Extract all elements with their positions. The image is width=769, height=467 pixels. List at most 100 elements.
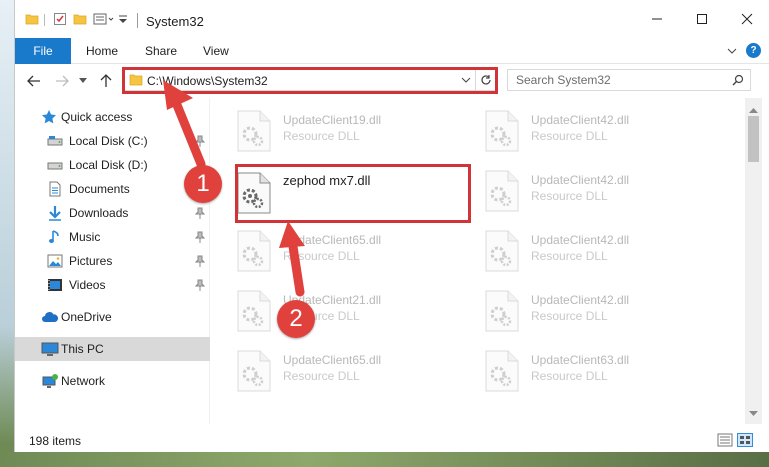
status-bar: 198 items [15,428,769,452]
sidebar-item-onedrive[interactable]: OneDrive [15,305,210,329]
video-icon [47,277,63,293]
forward-button[interactable] [53,72,71,90]
ribbon-tabs: File Home Share View ? [15,38,769,64]
file-type: Resource DLL [531,129,608,143]
music-icon [47,229,63,245]
file-name: UpdateClient65.dll [283,353,382,367]
sidebar-item-this-pc[interactable]: This PC [15,337,210,361]
sidebar-item-label: Downloads [69,206,129,220]
file-name: UpdateClient63.dll [531,353,630,367]
file-item[interactable]: UpdateClient65.dll Resource DLL [211,342,447,396]
scroll-down-icon[interactable] [749,406,758,420]
new-folder-icon[interactable] [73,12,87,28]
up-button[interactable] [97,72,115,90]
sidebar-item-local-disk-c[interactable]: Local Disk (C:) [15,129,210,153]
search-box[interactable] [507,69,751,91]
file-name: UpdateClient42.dll [531,293,630,307]
file-item[interactable]: UpdateClient63.dll Resource DLL [459,342,695,396]
dll-file-icon [485,170,519,212]
view-options-icon[interactable] [93,12,115,28]
scroll-up-icon[interactable] [749,102,758,116]
scrollbar-thumb[interactable] [748,116,759,162]
file-type: Resource DLL [283,129,360,143]
dll-file-icon [485,290,519,332]
dll-file-icon [485,110,519,152]
file-type: Resource DLL [531,249,608,263]
close-button[interactable] [724,0,769,38]
desktop-background [0,0,14,467]
file-highlight-box [235,164,471,223]
file-type: Resource DLL [531,189,608,203]
pin-icon [194,255,206,270]
sidebar-item-videos[interactable]: Videos [15,273,210,297]
file-name: UpdateClient19.dll [283,113,382,127]
file-item[interactable]: UpdateClient21.dll Resource DLL [211,282,447,336]
sidebar-item-local-disk-d[interactable]: Local Disk (D:) [15,153,210,177]
item-count: 198 items [29,434,82,448]
document-icon [47,181,63,197]
step-1-badge: 1 [184,165,222,203]
drive-icon [47,133,63,149]
dll-file-icon [485,350,519,392]
sidebar-item-label: Pictures [69,254,113,268]
back-button[interactable] [25,72,43,90]
window-title: System32 [146,14,204,29]
search-input[interactable] [516,73,721,87]
file-type: Resource DLL [283,369,360,383]
sidebar-item-pictures[interactable]: Pictures [15,249,210,273]
file-name: UpdateClient42.dll [531,173,630,187]
large-icons-view-icon[interactable] [737,433,753,447]
step-2-badge: 2 [277,300,315,338]
sidebar-item-label: Local Disk (D:) [69,158,148,172]
sidebar-item-downloads[interactable]: Downloads [15,201,210,225]
dll-file-icon [237,290,271,332]
file-item[interactable]: UpdateClient42.dll Resource DLL [459,282,695,336]
pin-icon [194,135,206,150]
tab-home[interactable]: Home [86,44,118,58]
expand-ribbon-icon[interactable] [727,45,737,59]
file-item[interactable]: UpdateClient65.dll Resource DLL [211,222,447,276]
navigation-pane: Quick access Local Disk (C:) Local Disk … [15,98,210,424]
dll-file-icon [237,350,271,392]
sidebar-item-label: Music [69,230,101,244]
file-name: UpdateClient42.dll [531,233,630,247]
tab-file[interactable]: File [15,38,71,64]
file-name: UpdateClient65.dll [283,233,382,247]
file-item[interactable]: UpdateClient42.dll Resource DLL [459,162,695,216]
tab-share[interactable]: Share [145,44,177,58]
help-icon[interactable]: ? [746,43,761,58]
dll-file-icon [237,110,271,152]
file-item[interactable]: UpdateClient42.dll Resource DLL [459,102,695,156]
sidebar-item-label: This PC [61,342,104,356]
maximize-button[interactable] [679,0,724,38]
file-item[interactable]: UpdateClient42.dll Resource DLL [459,222,695,276]
toolbar-divider [44,14,45,26]
sidebar-item-label: Videos [69,278,106,292]
sidebar-item-documents[interactable]: Documents [15,177,210,201]
sidebar-item-music[interactable]: Music [15,225,210,249]
file-item[interactable]: UpdateClient19.dll Resource DLL [211,102,447,156]
sidebar-item-label: Network [61,374,106,388]
sidebar-item-label: OneDrive [61,310,112,324]
search-icon[interactable] [732,74,744,89]
tab-view[interactable]: View [203,44,229,58]
sidebar-item-quick-access[interactable]: Quick access [15,105,210,129]
title-divider [137,13,138,28]
sidebar-item-network[interactable]: Network [15,369,210,393]
title-bar: System32 [15,0,769,38]
file-type: Resource DLL [531,309,608,323]
dll-file-icon [237,230,271,272]
star-icon [41,109,57,125]
pin-icon [194,231,206,246]
recent-locations-button[interactable] [77,72,89,90]
customize-qat-icon[interactable] [117,12,129,28]
minimize-button[interactable] [634,0,679,38]
details-view-icon[interactable] [717,433,733,447]
vertical-scrollbar[interactable] [745,98,762,424]
properties-icon[interactable] [53,12,67,28]
sidebar-item-label: Documents [69,182,130,196]
pictures-icon [47,253,63,269]
file-name: UpdateClient42.dll [531,113,630,127]
address-highlight-box [122,67,498,94]
dll-file-icon [485,230,519,272]
